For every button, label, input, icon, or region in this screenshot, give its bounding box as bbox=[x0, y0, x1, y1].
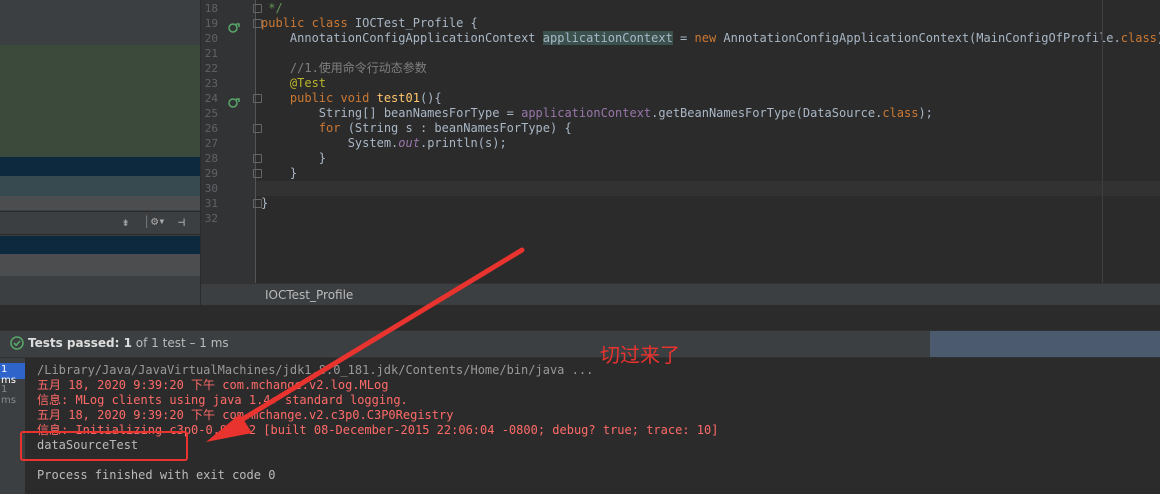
run-class-icon[interactable] bbox=[228, 18, 240, 33]
line-number: 28 bbox=[204, 152, 218, 165]
breadcrumb[interactable]: IOCTest_Profile bbox=[265, 288, 353, 302]
fold-marker-icon[interactable] bbox=[253, 4, 262, 13]
test-duration: 1 ms bbox=[1, 384, 16, 406]
right-margin-guide bbox=[1102, 0, 1103, 283]
code-token: } bbox=[261, 151, 327, 165]
code-token: AnnotationConfigApplicationContext bbox=[261, 31, 543, 45]
code-token: applicationContext bbox=[542, 31, 673, 45]
code-token: IOCTest_Profile { bbox=[354, 16, 478, 30]
line-number: 18 bbox=[204, 2, 218, 15]
line-number: 19 bbox=[204, 17, 218, 30]
code-token: public class bbox=[261, 16, 355, 30]
code-line[interactable]: String[] beanNamesForType = applicationC… bbox=[261, 106, 933, 121]
code-token: .getBeanNamesForType(DataSource. bbox=[651, 106, 883, 120]
tests-passed-suffix: of 1 test – 1 ms bbox=[131, 336, 229, 350]
code-token: .println(s); bbox=[419, 136, 507, 150]
line-number: 24 bbox=[204, 92, 218, 105]
line-number: 31 bbox=[204, 197, 218, 210]
code-line[interactable]: public class IOCTest_Profile { bbox=[261, 16, 478, 31]
test-tree-strip: 1 ms 1 ms bbox=[0, 358, 25, 494]
code-line[interactable]: } bbox=[261, 151, 326, 166]
tests-passed-prefix: Tests passed: bbox=[28, 336, 124, 350]
code-token: (){ bbox=[419, 91, 442, 105]
line-number: 32 bbox=[204, 212, 218, 225]
tests-passed-count: 1 bbox=[123, 336, 132, 350]
structure-toolbar: ⇟ | ⚙▾ ⊣ bbox=[0, 211, 200, 235]
run-test-icon[interactable] bbox=[228, 93, 240, 108]
code-token: class bbox=[882, 106, 919, 120]
sort-icon[interactable]: ⇟ bbox=[122, 215, 129, 229]
line-number: 23 bbox=[204, 77, 218, 90]
check-circle-icon bbox=[10, 335, 24, 350]
console-line: 五月 18, 2020 9:39:20 下午 com.mchange.v2.lo… bbox=[37, 378, 389, 392]
line-number: 20 bbox=[204, 32, 218, 45]
fold-marker-icon[interactable] bbox=[253, 169, 262, 178]
code-token: String[] beanNamesForType = bbox=[261, 106, 522, 120]
fold-marker-icon[interactable] bbox=[253, 199, 262, 208]
fold-marker-icon[interactable] bbox=[253, 94, 262, 103]
test-duration: 1 ms bbox=[1, 364, 16, 386]
tree-highlight-band bbox=[0, 45, 200, 157]
code-token: */ bbox=[261, 1, 283, 15]
highlight-box bbox=[20, 431, 188, 461]
console-line: Process finished with exit code 0 bbox=[37, 468, 276, 482]
code-token: //1.使用命令行动态参数 bbox=[261, 61, 427, 75]
line-number: 30 bbox=[204, 182, 218, 195]
code-token: public void bbox=[261, 91, 377, 105]
code-line[interactable]: } bbox=[261, 166, 297, 181]
code-token: @Test bbox=[261, 76, 327, 90]
line-number: 27 bbox=[204, 137, 218, 150]
tree-row[interactable] bbox=[0, 196, 200, 210]
code-token: test01 bbox=[376, 91, 420, 105]
toolbar-divider: | bbox=[143, 214, 151, 228]
breadcrumb-bar: IOCTest_Profile bbox=[201, 283, 1160, 306]
line-number: 25 bbox=[204, 107, 218, 120]
code-token: = bbox=[672, 31, 695, 45]
fold-marker-icon[interactable] bbox=[253, 154, 262, 163]
fold-marker-icon[interactable] bbox=[253, 19, 262, 28]
code-line[interactable]: System.out.println(s); bbox=[261, 136, 507, 151]
current-line-highlight bbox=[256, 181, 1160, 196]
code-line[interactable]: //1.使用命令行动态参数 bbox=[261, 61, 427, 76]
line-number: 22 bbox=[204, 62, 218, 75]
code-token: System. bbox=[261, 136, 399, 150]
panel-splitter[interactable] bbox=[0, 305, 1160, 330]
console-line: /Library/Java/JavaVirtualMachines/jdk1.8… bbox=[37, 363, 594, 377]
fold-marker-icon[interactable] bbox=[253, 124, 262, 133]
code-token: } bbox=[261, 196, 269, 210]
code-token: (String s : beanNamesForType) { bbox=[347, 121, 572, 135]
code-token: class bbox=[1120, 31, 1157, 45]
code-token: out bbox=[398, 136, 420, 150]
code-token: } bbox=[261, 166, 298, 180]
tree-selected-row[interactable] bbox=[0, 157, 200, 176]
code-line[interactable]: for (String s : beanNamesForType) { bbox=[261, 121, 572, 136]
code-line[interactable]: AnnotationConfigApplicationContext appli… bbox=[261, 31, 1160, 46]
gear-icon[interactable]: ⚙▾ bbox=[151, 214, 165, 228]
code-token: ); bbox=[918, 106, 933, 120]
code-token: AnnotationConfigApplicationContext(MainC… bbox=[723, 31, 1121, 45]
code-token: applicationContext bbox=[521, 106, 652, 120]
code-line[interactable]: public void test01(){ bbox=[261, 91, 442, 106]
code-line[interactable]: } bbox=[261, 196, 268, 211]
project-tree-pane: ⇟ | ⚙▾ ⊣ bbox=[0, 0, 201, 305]
structure-row[interactable] bbox=[0, 254, 200, 276]
structure-selected-row[interactable] bbox=[0, 236, 200, 254]
annotation-text: 切过来了 bbox=[600, 343, 680, 367]
line-number: 26 bbox=[204, 122, 218, 135]
code-token: new bbox=[694, 31, 724, 45]
console-line: 信息: MLog clients using java 1.4+ standar… bbox=[37, 393, 408, 407]
line-number: 29 bbox=[204, 167, 218, 180]
run-header-selection bbox=[930, 331, 1160, 357]
test-tree-selected-row[interactable]: 1 ms bbox=[0, 363, 25, 386]
code-token: for bbox=[261, 121, 348, 135]
code-line[interactable]: */ bbox=[261, 1, 283, 16]
pin-icon[interactable]: ⊣ bbox=[178, 215, 185, 229]
tests-passed-status: Tests passed: 1 of 1 test – 1 ms bbox=[28, 336, 229, 350]
code-line[interactable]: @Test bbox=[261, 76, 326, 91]
line-number: 21 bbox=[204, 47, 218, 60]
console-line: 五月 18, 2020 9:39:20 下午 com.mchange.v2.c3… bbox=[37, 408, 454, 422]
tree-row[interactable] bbox=[0, 176, 200, 196]
run-panel-header: Tests passed: 1 of 1 test – 1 ms bbox=[0, 330, 1160, 358]
